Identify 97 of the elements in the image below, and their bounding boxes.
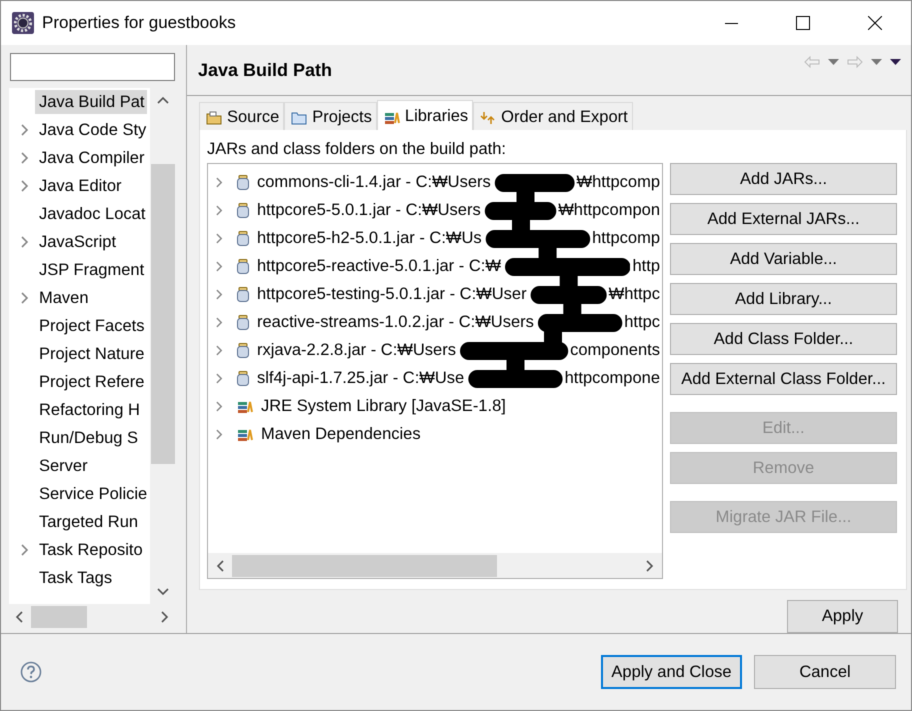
tree-item[interactable]: JSP Fragment	[39, 258, 148, 282]
chevron-right-icon[interactable]	[21, 236, 29, 248]
library-path: ₩httpcomp	[576, 172, 660, 192]
library-path: components	[570, 340, 660, 360]
tab[interactable]: Source	[199, 102, 284, 132]
tree-item[interactable]: Javadoc Locat	[39, 202, 148, 226]
filter-field[interactable]	[10, 53, 175, 81]
minimize-icon	[724, 22, 738, 24]
chevron-right-icon[interactable]	[21, 180, 29, 192]
tree-item[interactable]: Java Build Pat	[35, 90, 148, 114]
books-icon	[237, 427, 253, 441]
help-icon[interactable]	[20, 661, 42, 683]
chevron-right-icon[interactable]	[21, 124, 29, 136]
gear-icon	[12, 12, 34, 34]
action-button[interactable]: Add Library...	[670, 283, 897, 315]
library-entry[interactable]: httpcore5-h2-5.0.1.jar - C:₩Us	[257, 228, 482, 248]
tree-item[interactable]: JavaScript	[39, 230, 120, 254]
scroll-left-icon[interactable]	[216, 560, 224, 572]
library-path: httpc	[624, 312, 660, 332]
action-button[interactable]: Add Class Folder...	[670, 323, 897, 355]
tree-item[interactable]: Task Tags	[39, 566, 116, 590]
tab[interactable]: Projects	[284, 102, 377, 132]
library-entry[interactable]: commons-cli-1.4.jar - C:₩Users	[257, 172, 491, 192]
scroll-right-icon[interactable]	[646, 560, 654, 572]
library-entry[interactable]: httpcore5-reactive-5.0.1.jar - C:₩	[257, 256, 501, 276]
jar-icon	[237, 314, 249, 330]
library-entry[interactable]: httpcore5-5.0.1.jar - C:₩Users	[257, 200, 481, 220]
dialog-button[interactable]: Cancel	[754, 655, 896, 689]
library-path: ₩httpcompon	[558, 200, 660, 220]
maximize-icon	[796, 16, 810, 30]
chevron-right-icon[interactable]	[216, 232, 223, 244]
chevron-right-icon[interactable]	[21, 292, 29, 304]
tree-item[interactable]: Project Facets	[39, 314, 148, 338]
tab[interactable]: Order and Export	[473, 102, 633, 132]
tab[interactable]: Libraries	[376, 100, 474, 132]
horizontal-scrollbar[interactable]	[208, 553, 662, 578]
jar-icon	[237, 286, 249, 302]
tree-item[interactable]: Server	[39, 454, 91, 478]
library-entry[interactable]: slf4j-api-1.7.25.jar - C:₩Use	[257, 368, 464, 388]
chevron-right-icon[interactable]	[216, 400, 223, 412]
tree-item[interactable]: Java Code Sty	[39, 118, 150, 142]
tree-item[interactable]: Project Refere	[39, 370, 148, 394]
library-entry[interactable]: Maven Dependencies	[261, 424, 421, 444]
library-entry[interactable]: JRE System Library [JavaSE-1.8]	[261, 396, 506, 416]
library-path: httpcompone	[564, 368, 660, 388]
jar-icon	[237, 174, 249, 190]
tree-item[interactable]: Run/Debug S	[39, 426, 142, 450]
action-button[interactable]: Add External Class Folder...	[670, 363, 897, 395]
jar-icon	[237, 202, 249, 218]
tree-item[interactable]: Targeted Run	[39, 510, 142, 534]
action-button[interactable]: Add External JARs...	[670, 203, 897, 235]
dropdown-caret-icon[interactable]	[828, 58, 839, 66]
library-entry[interactable]: rxjava-2.2.8.jar - C:₩Users	[257, 340, 456, 360]
tree-item[interactable]: Service Policie	[39, 482, 150, 506]
dropdown-caret-icon[interactable]	[871, 58, 882, 66]
close-icon	[868, 16, 882, 30]
jar-icon	[237, 258, 249, 274]
page-title: Java Build Path	[198, 60, 332, 80]
jar-icon	[237, 370, 249, 386]
up-down-arrows-icon	[480, 110, 496, 124]
action-button[interactable]: Add Variable...	[670, 243, 897, 275]
chevron-right-icon[interactable]	[216, 204, 223, 216]
library-path: http	[632, 256, 660, 276]
window-title: Properties for guestbooks	[42, 13, 236, 33]
chevron-right-icon[interactable]	[21, 544, 29, 556]
apply-button[interactable]: Apply	[787, 600, 898, 633]
tree-item[interactable]: Task Reposito	[39, 538, 146, 562]
chevron-right-icon[interactable]	[216, 316, 223, 328]
dialog-button[interactable]: Apply and Close	[601, 655, 742, 689]
folder-icon	[291, 110, 308, 124]
chevron-right-icon[interactable]	[216, 372, 223, 384]
chevron-right-icon[interactable]	[216, 260, 223, 272]
list-label: JARs and class folders on the build path:	[207, 140, 508, 159]
action-button[interactable]: Add JARs...	[670, 163, 897, 195]
tree-item[interactable]: Java Compiler	[39, 146, 148, 170]
scroll-left-icon[interactable]	[15, 610, 23, 622]
books-icon	[237, 399, 253, 413]
chevron-right-icon[interactable]	[216, 176, 223, 188]
library-path: ₩httpc	[608, 284, 660, 304]
library-entry[interactable]: httpcore5-testing-5.0.1.jar - C:₩User	[257, 284, 527, 304]
jar-icon	[237, 230, 249, 246]
tree-item[interactable]: Maven	[39, 286, 92, 310]
package-folder-icon	[206, 110, 222, 124]
chevron-right-icon[interactable]	[216, 428, 223, 440]
library-entry[interactable]: reactive-streams-1.0.2.jar - C:₩Users	[257, 312, 534, 332]
tree-item[interactable]: Java Editor	[39, 174, 125, 198]
view-menu-icon[interactable]	[890, 58, 901, 66]
scroll-right-icon[interactable]	[161, 610, 169, 622]
scroll-up-icon[interactable]	[156, 96, 168, 104]
library-path: httpcomp	[592, 228, 660, 248]
scroll-down-icon[interactable]	[156, 588, 168, 596]
chevron-right-icon[interactable]	[216, 288, 223, 300]
tree-item[interactable]: Refactoring H	[39, 398, 143, 422]
tree-item[interactable]: Project Nature	[39, 342, 148, 366]
chevron-right-icon[interactable]	[216, 344, 223, 356]
jar-icon	[237, 342, 249, 358]
chevron-right-icon[interactable]	[21, 152, 29, 164]
